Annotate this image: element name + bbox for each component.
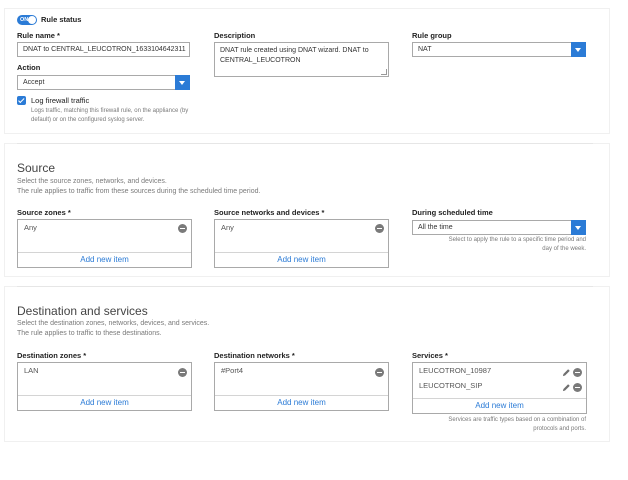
destination-desc-line1: Select the destination zones, networks, …: [17, 320, 210, 327]
remove-icon[interactable]: [375, 224, 384, 233]
list-item: LAN: [18, 364, 191, 378]
remove-icon[interactable]: [573, 368, 582, 377]
schedule-hint: Select to apply the rule to a specific t…: [412, 236, 586, 254]
log-traffic-hint: Logs traffic, matching this firewall rul…: [31, 107, 211, 125]
schedule-select[interactable]: All the time: [412, 220, 586, 235]
list-item: #Port4: [215, 364, 388, 378]
description-value: DNAT rule created using DNAT wizard. DNA…: [220, 47, 369, 64]
log-traffic-hint-line1: Logs traffic, matching this firewall rul…: [31, 108, 189, 114]
services-list: LEUCOTRON_10987 LEUCOTRON_SIP Add new it…: [412, 362, 587, 414]
resize-handle-icon[interactable]: [381, 69, 387, 75]
destination-section-title: Destination and services: [17, 304, 148, 318]
description-label: Description: [214, 31, 256, 40]
toggle-on-label: ON: [20, 17, 29, 23]
list-item-label: LAN: [24, 366, 39, 375]
remove-icon[interactable]: [375, 368, 384, 377]
list-item-label: Any: [24, 223, 37, 232]
action-select[interactable]: Accept: [17, 75, 190, 90]
description-textarea[interactable]: DNAT rule created using DNAT wizard. DNA…: [214, 42, 389, 77]
source-section-title: Source: [17, 161, 56, 175]
remove-icon[interactable]: [573, 383, 582, 392]
rule-name-input[interactable]: DNAT to CENTRAL_LEUCOTRON_1633104642311: [17, 42, 190, 57]
rule-group-select-value: NAT: [418, 46, 432, 53]
remove-icon[interactable]: [178, 224, 187, 233]
source-zones-list: Any Add new item: [17, 219, 192, 268]
services-hint-line2: protocols and ports.: [533, 426, 586, 432]
list-item: LEUCOTRON_10987: [413, 364, 586, 378]
source-divider: [17, 143, 593, 144]
toggle-knob: [28, 16, 36, 24]
add-source-zone-button[interactable]: Add new item: [18, 252, 191, 267]
destination-networks-label: Destination networks *: [214, 351, 295, 360]
schedule-label: During scheduled time: [412, 208, 493, 217]
log-traffic-hint-line2: default) or on the configured syslog ser…: [31, 117, 145, 123]
list-item: Any: [215, 221, 388, 235]
list-item-label: #Port4: [221, 366, 244, 375]
schedule-hint-line2: day of the week.: [542, 246, 586, 252]
add-source-network-button[interactable]: Add new item: [215, 252, 388, 267]
log-traffic-label: Log firewall traffic: [31, 96, 90, 105]
list-item-label: LEUCOTRON_SIP: [419, 381, 483, 390]
list-item-label: Any: [221, 223, 234, 232]
action-select-value: Accept: [23, 79, 45, 86]
schedule-hint-line1: Select to apply the rule to a specific t…: [448, 237, 586, 243]
list-item: Any: [18, 221, 191, 235]
destination-zones-list: LAN Add new item: [17, 362, 192, 411]
destination-section-desc: Select the destination zones, networks, …: [17, 319, 209, 339]
rule-name-label: Rule name *: [17, 31, 60, 40]
source-networks-label: Source networks and devices *: [214, 208, 325, 217]
remove-icon[interactable]: [178, 368, 187, 377]
add-destination-network-button[interactable]: Add new item: [215, 395, 388, 410]
chevron-down-icon[interactable]: [571, 220, 586, 235]
destination-desc-line2: The rule applies to traffic to these des…: [17, 330, 162, 337]
source-networks-list: Any Add new item: [214, 219, 389, 268]
source-zones-label: Source zones *: [17, 208, 71, 217]
action-label: Action: [17, 63, 41, 72]
rule-group-label: Rule group: [412, 31, 452, 40]
add-service-button[interactable]: Add new item: [413, 398, 586, 413]
list-item-label: LEUCOTRON_10987: [419, 366, 492, 375]
pencil-icon[interactable]: [562, 383, 571, 392]
destination-zones-label: Destination zones *: [17, 351, 87, 360]
add-destination-zone-button[interactable]: Add new item: [18, 395, 191, 410]
source-desc-line2: The rule applies to traffic from these s…: [17, 188, 261, 195]
rule-group-select[interactable]: NAT: [412, 42, 586, 57]
pencil-icon[interactable]: [562, 368, 571, 377]
services-hint: Services are traffic types based on a co…: [412, 416, 586, 434]
schedule-select-value: All the time: [418, 224, 453, 231]
list-item: LEUCOTRON_SIP: [413, 379, 586, 393]
destination-divider: [17, 286, 593, 287]
destination-networks-list: #Port4 Add new item: [214, 362, 389, 411]
chevron-down-icon[interactable]: [175, 75, 190, 90]
rule-status-toggle[interactable]: ON: [17, 15, 37, 25]
source-desc-line1: Select the source zones, networks, and d…: [17, 178, 167, 185]
services-label: Services *: [412, 351, 448, 360]
services-hint-line1: Services are traffic types based on a co…: [448, 417, 586, 423]
chevron-down-icon[interactable]: [571, 42, 586, 57]
source-section-desc: Select the source zones, networks, and d…: [17, 177, 260, 197]
log-traffic-checkbox[interactable]: [17, 96, 26, 105]
rule-status-label: Rule status: [41, 15, 82, 24]
